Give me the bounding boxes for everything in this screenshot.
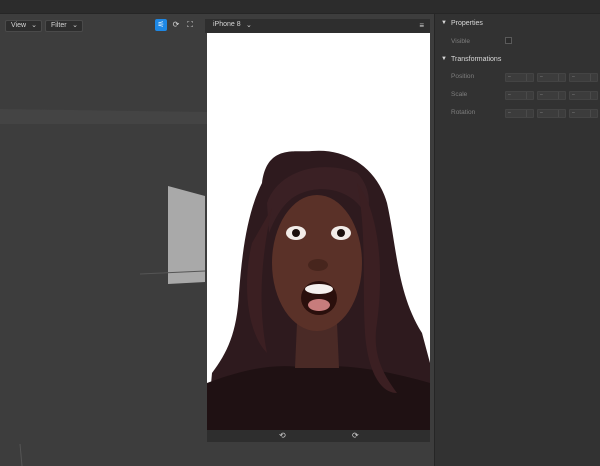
- stepper[interactable]: [590, 110, 597, 117]
- field-text: –: [508, 92, 511, 98]
- stepper[interactable]: [526, 110, 533, 117]
- position-x-field[interactable]: –: [505, 73, 534, 82]
- person-image: [207, 33, 430, 430]
- properties-section-header[interactable]: ▼ Properties: [435, 17, 600, 31]
- visible-label: Visible: [451, 38, 471, 45]
- field-text: –: [572, 74, 575, 80]
- filter-dropdown[interactable]: Filter ⌄: [45, 20, 83, 32]
- field-text: –: [508, 110, 511, 116]
- rotation-y-field[interactable]: –: [537, 109, 566, 118]
- fit-view-icon[interactable]: ⛶: [184, 19, 196, 31]
- field-text: –: [540, 110, 543, 116]
- view-dropdown[interactable]: View ⌄: [5, 20, 42, 32]
- field-text: –: [540, 92, 543, 98]
- menu-icon[interactable]: ≡: [419, 21, 424, 30]
- stepper[interactable]: [590, 74, 597, 81]
- field-text: –: [540, 74, 543, 80]
- view-label: View: [11, 22, 27, 29]
- properties-title: Properties: [451, 20, 483, 27]
- position-z-field[interactable]: –: [569, 73, 598, 82]
- ground-plane: [0, 109, 210, 124]
- stepper[interactable]: [558, 110, 565, 117]
- axis-line-vertical: [19, 443, 23, 466]
- stepper[interactable]: [526, 92, 533, 99]
- chevron-down-icon: ⌄: [31, 22, 37, 29]
- stepper[interactable]: [590, 92, 597, 99]
- device-preview[interactable]: [207, 33, 430, 430]
- scale-label: Scale: [451, 91, 468, 98]
- manipulator-icon[interactable]: ⚟: [155, 19, 167, 31]
- device-bottom-bar: ⟲ ⟳: [207, 430, 430, 442]
- scale-y-field[interactable]: –: [537, 91, 566, 100]
- rotation-z-field[interactable]: –: [569, 109, 598, 118]
- collapse-triangle-icon: ▼: [441, 56, 447, 62]
- stepper[interactable]: [526, 74, 533, 81]
- rotate-lock-icon[interactable]: ⟳: [352, 431, 359, 440]
- chevron-down-icon: ⌄: [72, 22, 78, 29]
- field-text: –: [508, 74, 511, 80]
- transformations-title: Transformations: [451, 56, 502, 63]
- scale-z-field[interactable]: –: [569, 91, 598, 100]
- transformations-section-header[interactable]: ▼ Transformations: [435, 53, 600, 67]
- rotate-icon[interactable]: ⟲: [279, 431, 286, 440]
- chevron-down-icon[interactable]: ⌄: [246, 21, 252, 29]
- top-bar: [0, 0, 600, 14]
- field-text: –: [572, 110, 575, 116]
- scale-x-field[interactable]: –: [505, 91, 534, 100]
- field-text: –: [572, 92, 575, 98]
- rotation-x-field[interactable]: –: [505, 109, 534, 118]
- device-name-dropdown[interactable]: iPhone 8: [213, 21, 241, 28]
- refresh-icon[interactable]: ⟳: [170, 19, 182, 31]
- position-label: Position: [451, 73, 475, 80]
- filter-label: Filter: [51, 22, 67, 29]
- stepper[interactable]: [558, 92, 565, 99]
- rotation-label: Rotation: [451, 109, 476, 116]
- visible-checkbox[interactable]: [505, 37, 512, 44]
- plane-object[interactable]: [168, 186, 205, 284]
- stepper[interactable]: [558, 74, 565, 81]
- position-y-field[interactable]: –: [537, 73, 566, 82]
- device-selector-bar: iPhone 8 ⌄ ≡: [205, 19, 430, 33]
- collapse-triangle-icon: ▼: [441, 20, 447, 26]
